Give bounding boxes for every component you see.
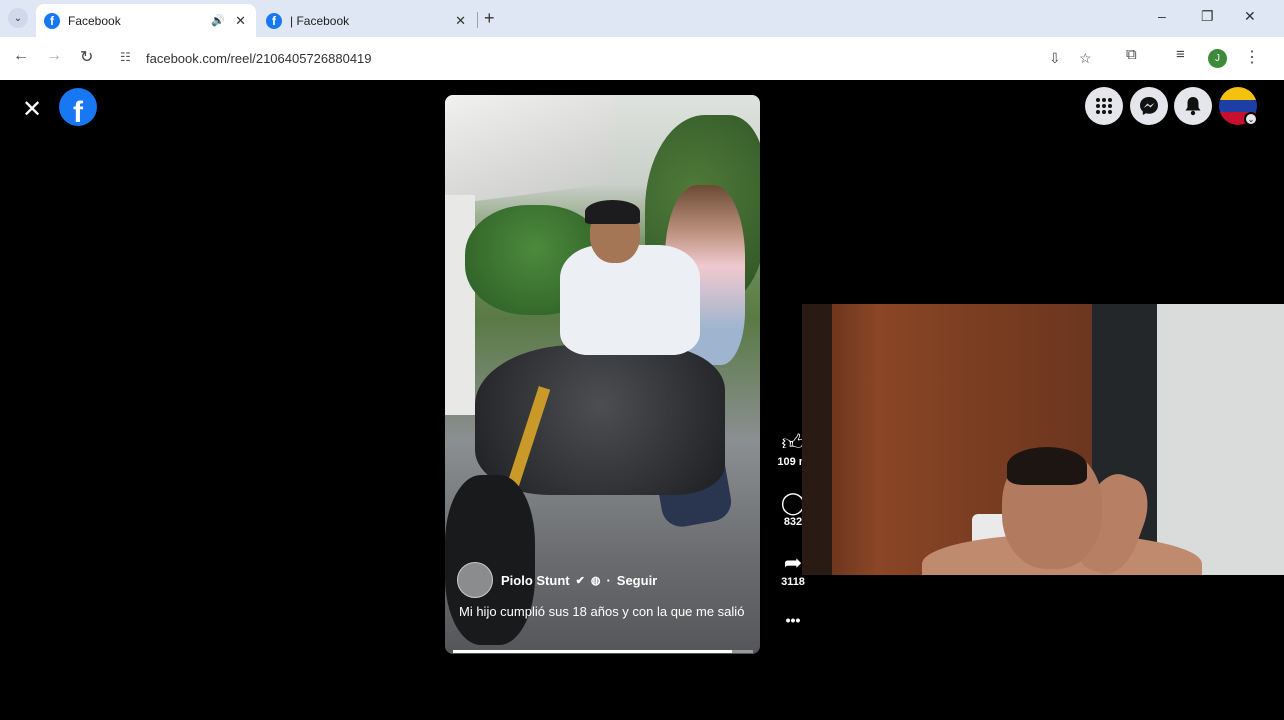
- video-scene-rider-shirt: [560, 245, 700, 355]
- author-name[interactable]: Piolo Stunt: [501, 573, 570, 588]
- share-count: 3118: [781, 576, 805, 588]
- restore-button[interactable]: ❐: [1201, 8, 1214, 25]
- video-scene-pillar: [445, 195, 475, 415]
- browser-toolbar: ← → ↻ ☷ facebook.com/reel/21064057268804…: [0, 37, 1272, 80]
- tab-close-icon[interactable]: ✕: [235, 13, 246, 29]
- back-arrow-icon[interactable]: ←: [13, 47, 29, 65]
- tab-title: | Facebook: [290, 13, 350, 28]
- webcam-person-hair: [1007, 447, 1087, 485]
- tab-facebook-inactive[interactable]: f | Facebook ✕: [258, 4, 476, 37]
- address-bar[interactable]: ☷ facebook.com/reel/2106405726880419 ⇩ ☆: [112, 43, 1108, 73]
- facebook-favicon-icon: f: [266, 12, 282, 29]
- messenger-icon[interactable]: [1130, 87, 1168, 125]
- follow-button[interactable]: Seguir: [617, 573, 657, 588]
- video-progress-bar[interactable]: [453, 650, 753, 653]
- close-reel-icon[interactable]: ✕: [22, 95, 42, 124]
- menu-grid-icon[interactable]: [1085, 87, 1123, 125]
- speaker-icon[interactable]: 🔊: [211, 14, 225, 27]
- tab-strip: ⌄ f Facebook 🔊 ✕ f | Facebook ✕ + – ❐ ✕: [0, 0, 1284, 37]
- browser-menu-icon[interactable]: ⋮: [1244, 47, 1260, 67]
- reel-caption: Mi hijo cumplió sus 18 años y con la que…: [459, 604, 745, 619]
- facebook-favicon-icon: f: [44, 12, 60, 29]
- video-scene-house: [445, 95, 615, 205]
- bookmark-star-icon[interactable]: ☆: [1079, 50, 1092, 67]
- tab-search-icon[interactable]: ⌄: [8, 8, 28, 28]
- reel-author: Piolo Stunt ✔ ◍ · Seguir: [457, 562, 657, 598]
- notifications-bell-icon[interactable]: [1174, 87, 1212, 125]
- chevron-down-icon[interactable]: ⌄: [1244, 112, 1258, 126]
- media-controls-icon[interactable]: ≡: [1176, 46, 1185, 63]
- dot-separator: ·: [606, 572, 611, 588]
- tab-title: Facebook: [68, 13, 121, 28]
- url-text[interactable]: facebook.com/reel/2106405726880419: [146, 51, 372, 66]
- forward-arrow-icon[interactable]: →: [46, 47, 62, 65]
- tab-close-icon[interactable]: ✕: [455, 13, 466, 29]
- reel-video[interactable]: Piolo Stunt ✔ ◍ · Seguir Mi hijo cumplió…: [445, 95, 760, 654]
- browser-chrome: ⌄ f Facebook 🔊 ✕ f | Facebook ✕ + – ❐ ✕ …: [0, 0, 1284, 80]
- more-dots-icon[interactable]: •••: [773, 612, 813, 628]
- tab-facebook-active[interactable]: f Facebook 🔊 ✕: [36, 4, 256, 37]
- facebook-logo-letter: f: [73, 96, 83, 126]
- webcam-door-frame: [802, 304, 832, 575]
- tab-divider: [477, 12, 478, 28]
- more-options-button[interactable]: •••: [773, 612, 813, 628]
- new-tab-button[interactable]: +: [484, 8, 495, 29]
- minimize-button[interactable]: –: [1158, 8, 1166, 24]
- install-app-icon[interactable]: ⇩: [1049, 50, 1061, 67]
- verified-badge-icon: ✔: [575, 574, 585, 587]
- webcam-wall: [1157, 304, 1284, 575]
- extensions-puzzle-icon[interactable]: ⧉: [1126, 46, 1137, 63]
- profile-avatar[interactable]: J: [1208, 49, 1227, 68]
- webcam-overlay: [802, 304, 1284, 575]
- video-progress-fill: [453, 650, 732, 653]
- author-avatar[interactable]: [457, 562, 493, 598]
- video-scene-rider-cap: [585, 200, 640, 224]
- window-close-button[interactable]: ✕: [1244, 8, 1256, 25]
- globe-icon: ◍: [590, 574, 601, 587]
- reload-icon[interactable]: ↻: [80, 47, 93, 67]
- facebook-logo[interactable]: f: [59, 88, 97, 126]
- toolbar-edge: [1272, 37, 1284, 80]
- site-info-icon[interactable]: ☷: [120, 50, 131, 64]
